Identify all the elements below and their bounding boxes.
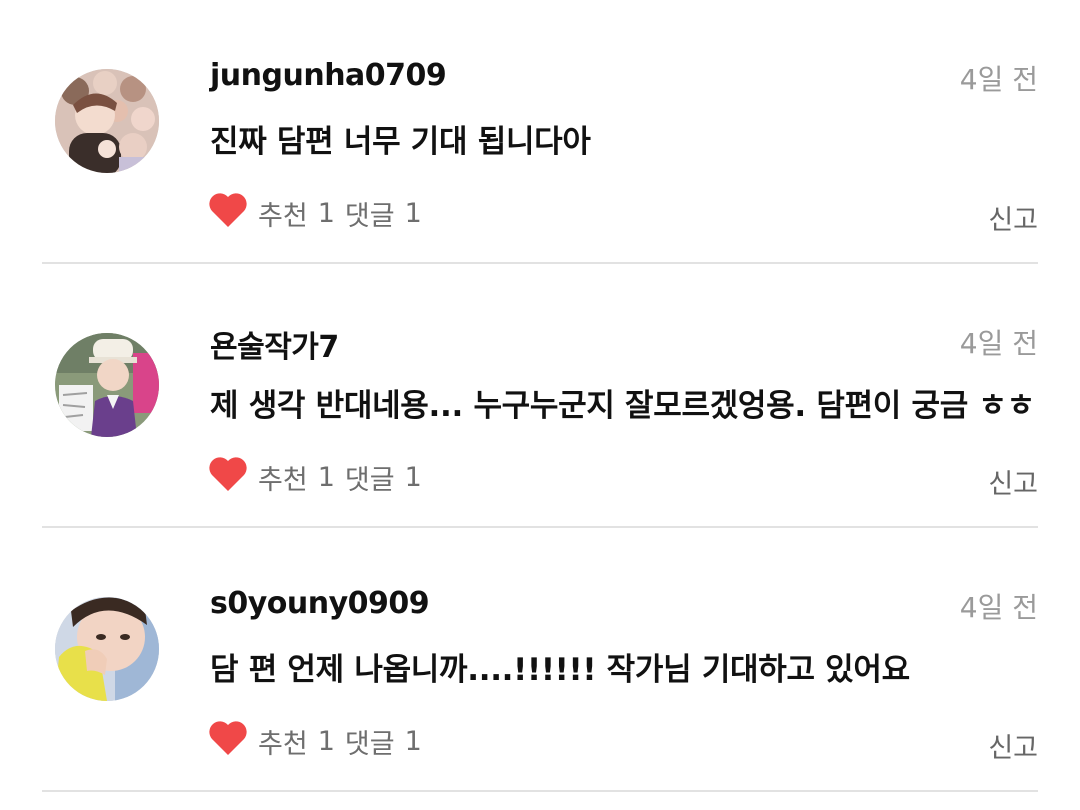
recommend-count: 1 (317, 198, 335, 229)
avatar-image (55, 333, 159, 437)
reply-count: 1 (404, 726, 422, 757)
comment-text: 제 생각 반대네용... 누구누군지 잘모르겠엉용. 담편이 궁금 ㅎㅎ (210, 388, 1035, 424)
report-button[interactable]: 신고 (988, 198, 1038, 237)
comment-actions: 추천 1 댓글 1 (208, 720, 422, 763)
reply-label[interactable]: 댓글 (345, 458, 395, 497)
recommend-count: 1 (317, 726, 335, 757)
recommend-label[interactable]: 추천 (258, 194, 308, 233)
username[interactable]: jungunha0709 (210, 58, 447, 93)
comment-date: 4일 전 (959, 327, 1038, 360)
comment-list: jungunha0709 4일 전 진짜 담편 너무 기대 됩니다아 추천 1 … (0, 0, 1080, 792)
avatar[interactable] (55, 597, 159, 701)
reply-label[interactable]: 댓글 (345, 194, 395, 233)
comment-actions: 추천 1 댓글 1 (208, 456, 422, 499)
comment-date: 4일 전 (959, 591, 1038, 624)
report-button[interactable]: 신고 (988, 462, 1038, 501)
recommend-count: 1 (317, 462, 335, 493)
reply-count: 1 (404, 462, 422, 493)
avatar-image (55, 69, 159, 173)
avatar-image (55, 597, 159, 701)
comment-text: 담 편 언제 나옵니까....!!!!!! 작가님 기대하고 있어요 (210, 652, 910, 688)
comment-item: s0youny0909 4일 전 담 편 언제 나옵니까....!!!!!! 작… (42, 528, 1038, 792)
avatar[interactable] (55, 333, 159, 437)
heart-icon[interactable] (208, 720, 258, 763)
recommend-label[interactable]: 추천 (258, 722, 308, 761)
comment-text: 진짜 담편 너무 기대 됩니다아 (210, 124, 591, 160)
comment-item: 욘술작가7 4일 전 제 생각 반대네용... 누구누군지 잘모르겠엉용. 담편… (42, 264, 1038, 528)
username[interactable]: s0youny0909 (210, 586, 430, 621)
username[interactable]: 욘술작가7 (210, 322, 339, 366)
reply-label[interactable]: 댓글 (345, 722, 395, 761)
report-button[interactable]: 신고 (988, 726, 1038, 765)
comment-date: 4일 전 (959, 63, 1038, 96)
heart-icon[interactable] (208, 456, 258, 499)
reply-count: 1 (404, 198, 422, 229)
heart-icon[interactable] (208, 192, 258, 235)
avatar[interactable] (55, 69, 159, 173)
recommend-label[interactable]: 추천 (258, 458, 308, 497)
comment-item: jungunha0709 4일 전 진짜 담편 너무 기대 됩니다아 추천 1 … (42, 0, 1038, 264)
comment-actions: 추천 1 댓글 1 (208, 192, 422, 235)
